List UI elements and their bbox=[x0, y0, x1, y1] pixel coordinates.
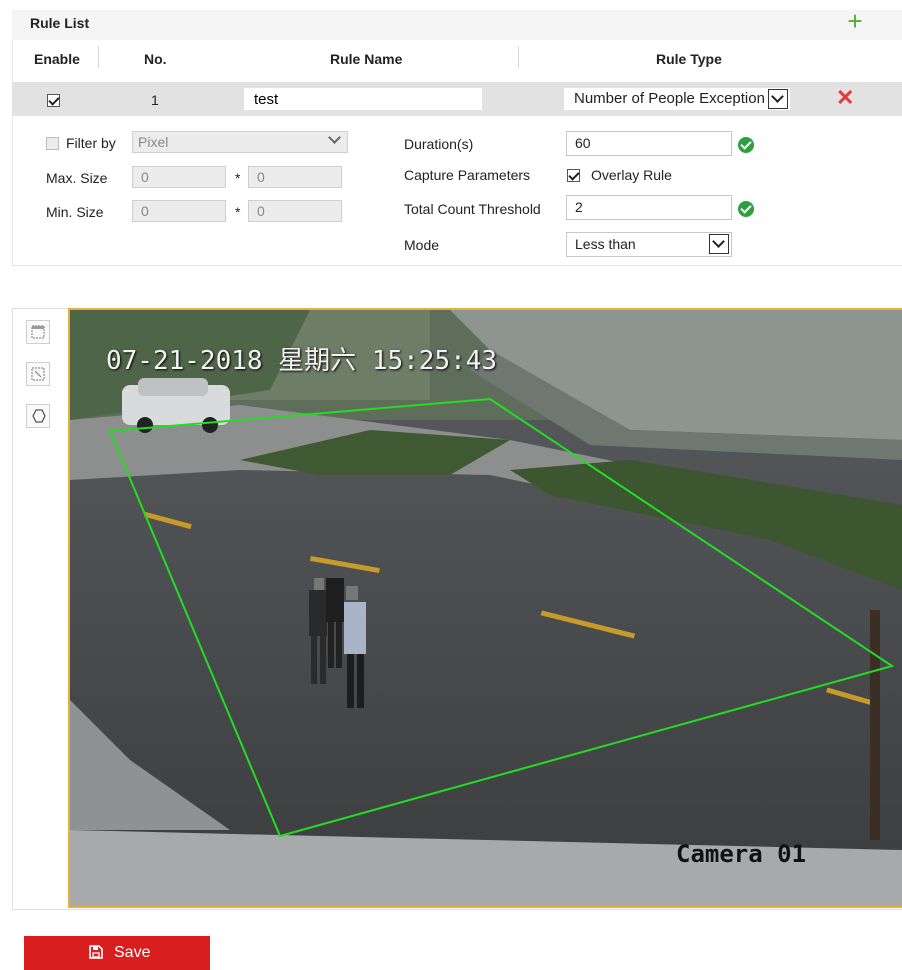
chevron-down-icon[interactable] bbox=[709, 234, 729, 254]
column-rule-type: Rule Type bbox=[656, 51, 722, 67]
min-size-width-value: 0 bbox=[141, 203, 149, 219]
check-circle-icon bbox=[738, 137, 754, 153]
max-size-width-value: 0 bbox=[141, 169, 149, 185]
duration-label: Duration(s) bbox=[404, 136, 474, 152]
threshold-input[interactable]: 2 bbox=[566, 195, 732, 220]
max-size-height-input[interactable]: 0 bbox=[248, 166, 342, 188]
overlay-rule-checkbox[interactable] bbox=[567, 169, 580, 182]
floppy-disk-icon bbox=[88, 944, 104, 960]
clear-area-icon[interactable] bbox=[26, 362, 50, 386]
filter-by-checkbox[interactable] bbox=[46, 137, 59, 150]
threshold-value: 2 bbox=[575, 199, 583, 215]
rule-name-input[interactable] bbox=[244, 88, 482, 110]
filter-by-value: Pixel bbox=[138, 134, 169, 150]
delete-icon[interactable]: ✕ bbox=[836, 87, 854, 109]
mode-value: Less than bbox=[575, 236, 636, 252]
min-size-label: Min. Size bbox=[46, 204, 104, 220]
mode-label: Mode bbox=[404, 237, 440, 253]
column-divider bbox=[518, 46, 519, 68]
filter-by-select[interactable]: Pixel bbox=[132, 131, 348, 153]
save-button-label: Save bbox=[114, 944, 151, 961]
min-size-height-value: 0 bbox=[257, 203, 265, 219]
plus-icon[interactable]: + bbox=[846, 8, 864, 34]
max-size-height-value: 0 bbox=[257, 169, 265, 185]
polygon-icon[interactable] bbox=[26, 404, 50, 428]
camera-view[interactable] bbox=[68, 308, 902, 908]
rule-list-header-bar bbox=[12, 10, 902, 40]
column-no: No. bbox=[144, 51, 167, 67]
max-size-label: Max. Size bbox=[46, 170, 108, 186]
osd-camera-name: Camera 01 bbox=[676, 840, 807, 868]
rule-list-title: Rule List bbox=[30, 15, 90, 31]
osd-datetime: 07-21-2018 星期六 15:25:43 bbox=[106, 346, 498, 376]
rule-number: 1 bbox=[151, 92, 159, 108]
min-size-height-input[interactable]: 0 bbox=[248, 200, 342, 222]
rule-enable-checkbox[interactable] bbox=[47, 94, 60, 107]
check-circle-icon bbox=[738, 201, 754, 217]
duration-value: 60 bbox=[575, 135, 591, 151]
min-size-width-input[interactable]: 0 bbox=[132, 200, 226, 222]
column-divider bbox=[98, 46, 99, 68]
times-sign: * bbox=[235, 170, 241, 186]
chevron-down-icon[interactable] bbox=[768, 89, 788, 109]
threshold-label: Total Count Threshold bbox=[404, 201, 541, 217]
column-enable: Enable bbox=[34, 51, 80, 67]
overlay-rule-label: Overlay Rule bbox=[591, 167, 672, 183]
filter-by-label: Filter by bbox=[66, 135, 116, 151]
draw-area-icon[interactable] bbox=[26, 320, 50, 344]
column-rule-name: Rule Name bbox=[330, 51, 403, 67]
times-sign: * bbox=[235, 204, 241, 220]
capture-parameters-label: Capture Parameters bbox=[404, 167, 531, 183]
duration-input[interactable]: 60 bbox=[566, 131, 732, 156]
mode-select[interactable]: Less than bbox=[566, 232, 732, 257]
max-size-width-input[interactable]: 0 bbox=[132, 166, 226, 188]
camera-image bbox=[70, 310, 902, 906]
rule-type-value: Number of People Exception bbox=[574, 90, 765, 107]
